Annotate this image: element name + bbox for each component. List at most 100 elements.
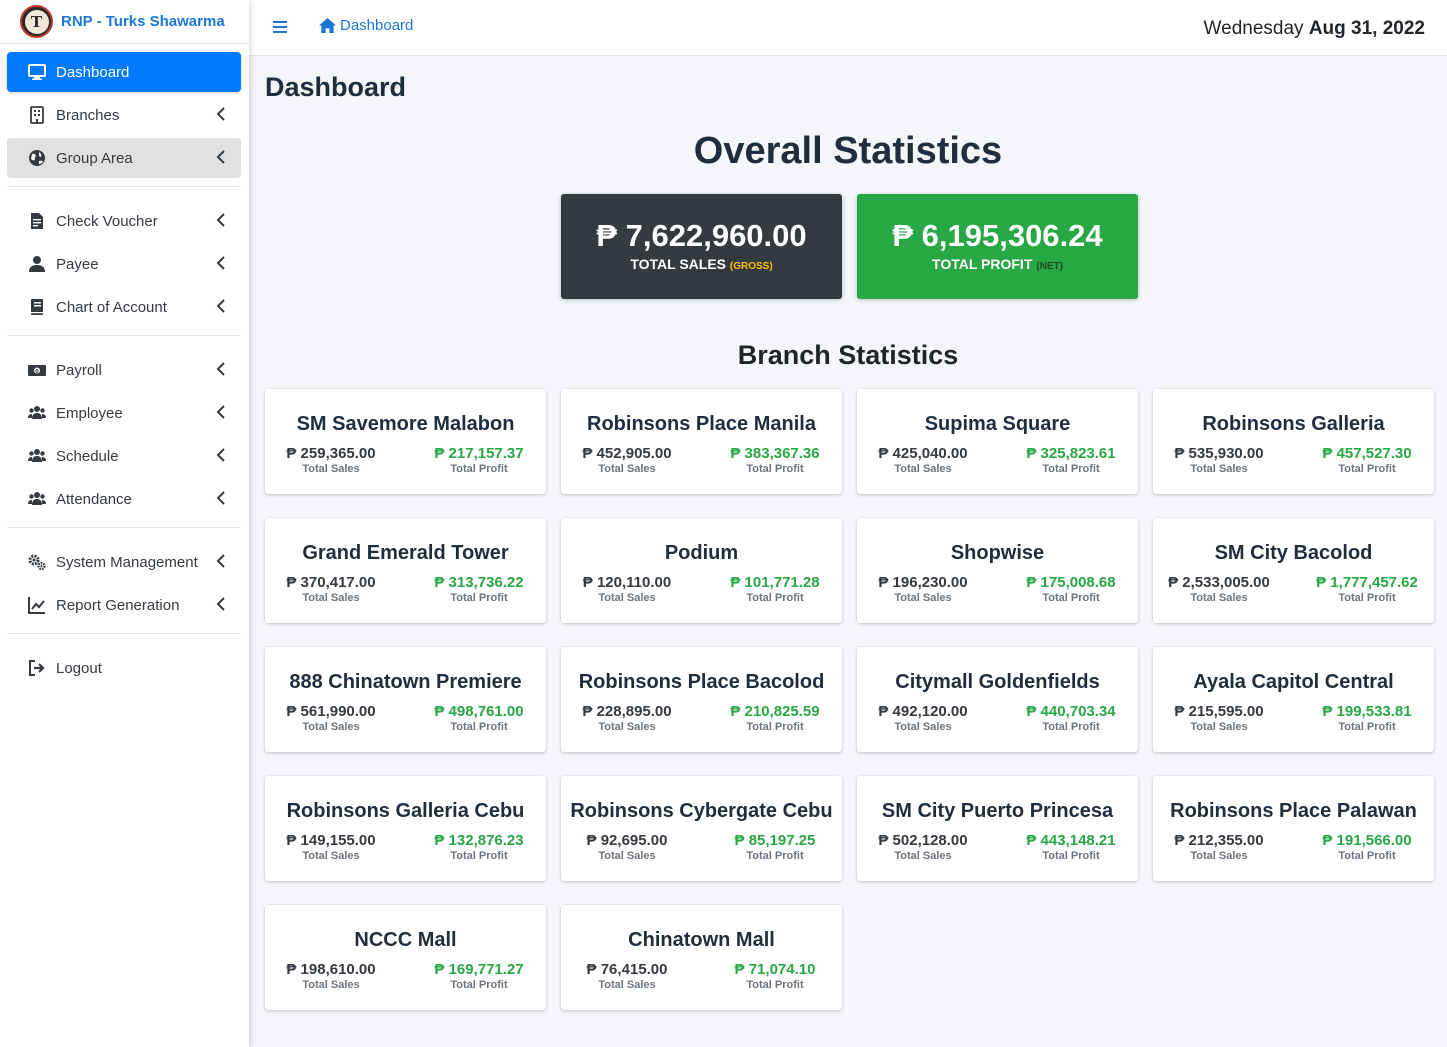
branch-name: Robinsons Galleria bbox=[1202, 413, 1385, 435]
chevron-left-icon bbox=[216, 213, 225, 227]
branch-profit-label: Total Profit bbox=[450, 979, 508, 991]
branch-profit-value: ₱ 313,736.22 bbox=[434, 574, 524, 591]
sidebar-item-attendance[interactable]: Attendance bbox=[7, 479, 241, 519]
file-invoice-icon bbox=[27, 211, 47, 231]
branch-sales-value: ₱ 228,895.00 bbox=[582, 703, 672, 720]
sidebar-item-logout[interactable]: Logout bbox=[7, 648, 241, 688]
branch-sales-label: Total Sales bbox=[1190, 721, 1248, 733]
branch-sales-value: ₱ 120,110.00 bbox=[582, 574, 672, 591]
branch-profit: ₱ 169,771.27 Total Profit bbox=[409, 961, 549, 991]
home-icon bbox=[319, 17, 336, 34]
overall-statistics-title: Overall Statistics bbox=[693, 130, 1003, 172]
branch-profit-value: ₱ 498,761.00 bbox=[434, 703, 524, 720]
branch-profit-label: Total Profit bbox=[450, 463, 508, 475]
breadcrumb[interactable]: Dashboard bbox=[318, 17, 413, 34]
branch-profit: ₱ 175,008.68 Total Profit bbox=[1001, 574, 1141, 604]
branch-name: Podium bbox=[664, 542, 739, 564]
branch-sales: ₱ 196,230.00 Total Sales bbox=[853, 574, 993, 604]
cogs-icon bbox=[27, 552, 47, 572]
branch-sales: ₱ 120,110.00 Total Sales bbox=[557, 574, 697, 604]
sidebar-item-report-generation[interactable]: Report Generation bbox=[7, 585, 241, 625]
branch-card: Shopwise ₱ 196,230.00 Total Sales ₱ 175,008… bbox=[857, 518, 1138, 623]
sidebar-item-group-area[interactable]: Group Area bbox=[7, 138, 241, 178]
brand-name: RNP - Turks Shawarma bbox=[61, 13, 225, 30]
branch-sales-value: ₱ 2,533,005.00 bbox=[1168, 574, 1270, 591]
nav-divider bbox=[7, 186, 241, 187]
branch-sales-label: Total Sales bbox=[894, 850, 952, 862]
chevron-left-icon bbox=[216, 554, 225, 568]
branch-profit-value: ₱ 210,825.59 bbox=[730, 703, 820, 720]
branch-profit: ₱ 85,197.25 Total Profit bbox=[705, 832, 845, 862]
branch-card: Robinsons Cybergate Cebu ₱ 92,695.00 Total… bbox=[561, 776, 842, 881]
desktop-icon bbox=[27, 62, 47, 82]
branch-profit-value: ₱ 440,703.34 bbox=[1026, 703, 1116, 720]
branch-sales-label: Total Sales bbox=[598, 850, 656, 862]
branch-card: Grand Emerald Tower ₱ 370,417.00 Total Sal… bbox=[265, 518, 546, 623]
branch-sales-value: ₱ 259,365.00 bbox=[286, 445, 376, 462]
branch-profit-value: ₱ 175,008.68 bbox=[1026, 574, 1116, 591]
users-icon bbox=[27, 446, 47, 466]
total-profit-label-text: TOTAL PROFIT bbox=[932, 256, 1033, 272]
sidebar-item-payroll[interactable]: 0 Payroll bbox=[7, 350, 241, 390]
sidebar-item-dashboard[interactable]: Dashboard bbox=[7, 52, 241, 92]
branch-sales-label: Total Sales bbox=[1190, 463, 1248, 475]
brand-logo-letter: T bbox=[24, 9, 49, 34]
sidebar-item-chart-of-account[interactable]: Chart of Account bbox=[7, 287, 241, 327]
branch-sales: ₱ 76,415.00 Total Sales bbox=[557, 961, 697, 991]
branch-name: Supima Square bbox=[924, 413, 1071, 435]
branch-profit-label: Total Profit bbox=[1338, 850, 1396, 862]
branch-sales-label: Total Sales bbox=[302, 592, 360, 604]
branch-sales-label: Total Sales bbox=[598, 721, 656, 733]
sidebar-item-schedule[interactable]: Schedule bbox=[7, 436, 241, 476]
breadcrumb-label: Dashboard bbox=[340, 17, 414, 34]
sidebar-item-label: Payroll bbox=[56, 361, 102, 379]
sidebar-item-employee[interactable]: Employee bbox=[7, 393, 241, 433]
branch-profit: ₱ 1,777,457.62 Total Profit bbox=[1297, 574, 1437, 604]
sidebar-nav: Dashboard Branches Group Area Check Voucher… bbox=[0, 44, 249, 688]
current-date: Wednesday Aug 31, 2022 bbox=[1204, 18, 1425, 40]
hamburger-menu-icon[interactable] bbox=[272, 19, 288, 35]
branch-sales-label: Total Sales bbox=[1190, 850, 1248, 862]
branch-profit-value: ₱ 457,527.30 bbox=[1322, 445, 1412, 462]
branch-profit: ₱ 313,736.22 Total Profit bbox=[409, 574, 549, 604]
branch-profit-label: Total Profit bbox=[450, 850, 508, 862]
sidebar-item-system-management[interactable]: System Management bbox=[7, 542, 241, 582]
branch-profit: ₱ 217,157.37 Total Profit bbox=[409, 445, 549, 475]
branch-sales: ₱ 198,610.00 Total Sales bbox=[261, 961, 401, 991]
branch-sales: ₱ 452,905.00 Total Sales bbox=[557, 445, 697, 475]
sidebar-item-label: Chart of Account bbox=[56, 298, 167, 316]
branch-sales-value: ₱ 198,610.00 bbox=[286, 961, 376, 978]
chevron-left-icon bbox=[216, 491, 225, 505]
branch-card: SM Savemore Malabon ₱ 259,365.00 Total Sal… bbox=[265, 389, 546, 494]
branch-profit: ₱ 191,566.00 Total Profit bbox=[1297, 832, 1437, 862]
branch-sales-value: ₱ 425,040.00 bbox=[878, 445, 968, 462]
sidebar-item-label: Branches bbox=[56, 106, 120, 124]
total-sales-value: ₱ 7,622,960.00 bbox=[596, 218, 807, 253]
branch-profit: ₱ 132,876.23 Total Profit bbox=[409, 832, 549, 862]
branch-name: Ayala Capitol Central bbox=[1193, 671, 1394, 693]
branch-card: Robinsons Galleria ₱ 535,930.00 Total Sale… bbox=[1153, 389, 1434, 494]
svg-text:0: 0 bbox=[35, 369, 39, 375]
branch-sales-label: Total Sales bbox=[302, 463, 360, 475]
branch-profit-label: Total Profit bbox=[1042, 592, 1100, 604]
branch-profit-label: Total Profit bbox=[1338, 463, 1396, 475]
branch-name: Robinsons Place Manila bbox=[587, 413, 816, 435]
sidebar-item-check-voucher[interactable]: Check Voucher bbox=[7, 201, 241, 241]
branch-card: SM City Puerto Princesa ₱ 502,128.00 Total… bbox=[857, 776, 1138, 881]
sign-out-icon bbox=[27, 658, 47, 678]
branch-profit-label: Total Profit bbox=[746, 463, 804, 475]
branch-name: SM City Puerto Princesa bbox=[881, 800, 1114, 822]
branch-profit-label: Total Profit bbox=[746, 850, 804, 862]
branch-sales-value: ₱ 370,417.00 bbox=[286, 574, 376, 591]
branch-name: Robinsons Galleria Cebu bbox=[286, 800, 525, 822]
users-icon bbox=[27, 489, 47, 509]
brand[interactable]: T RNP - Turks Shawarma bbox=[0, 0, 249, 44]
branch-profit: ₱ 101,771.28 Total Profit bbox=[705, 574, 845, 604]
branch-card: Robinsons Place Bacolod ₱ 228,895.00 Total… bbox=[561, 647, 842, 752]
branch-profit-label: Total Profit bbox=[1338, 592, 1396, 604]
branch-sales-label: Total Sales bbox=[894, 463, 952, 475]
sidebar-item-payee[interactable]: Payee bbox=[7, 244, 241, 284]
sidebar-item-label: Group Area bbox=[56, 149, 133, 167]
sidebar-item-branches[interactable]: Branches bbox=[7, 95, 241, 135]
building-icon bbox=[27, 105, 47, 125]
